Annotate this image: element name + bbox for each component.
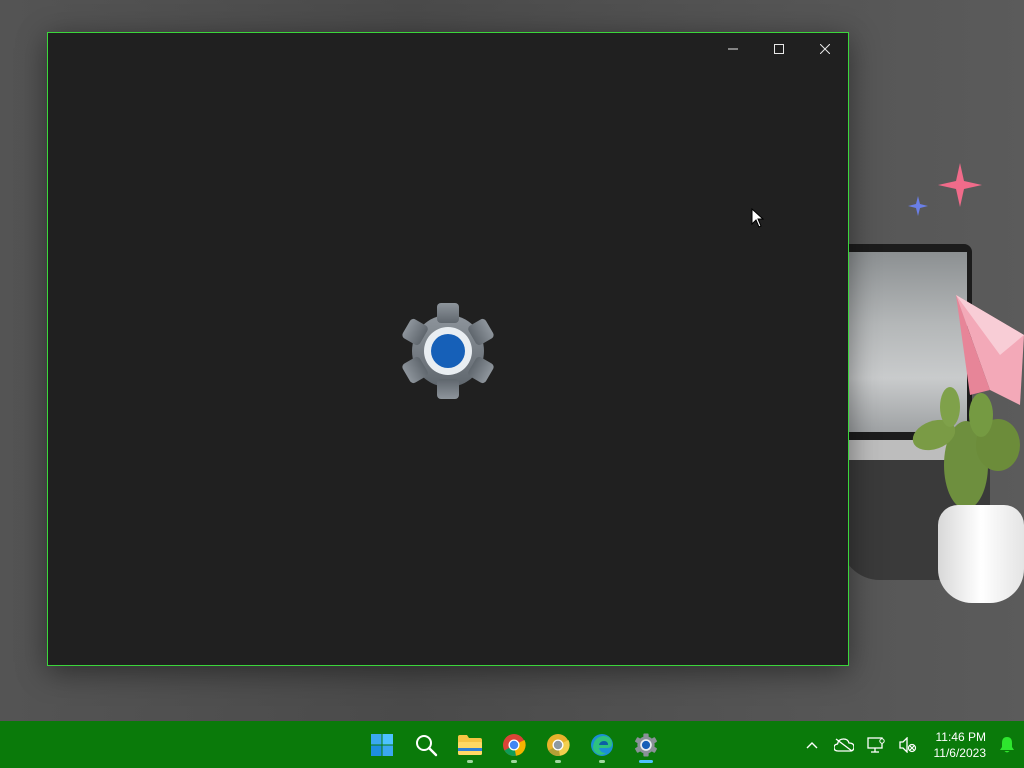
search-icon: [416, 734, 438, 756]
search-button[interactable]: [404, 721, 448, 768]
edge-icon: [591, 733, 613, 756]
chevron-up-icon: [806, 741, 818, 748]
clock-time: 11:46 PM: [935, 729, 986, 744]
chrome-button[interactable]: [492, 721, 536, 768]
running-indicator: [555, 760, 561, 763]
mouse-cursor-icon: [751, 208, 765, 228]
maximize-button[interactable]: [756, 33, 802, 65]
notification-center-button[interactable]: [990, 721, 1024, 768]
clock-date: 11/6/2023: [933, 745, 987, 760]
taskbar: 11:46 PM 11/6/2023: [0, 721, 1024, 768]
running-indicator: [511, 760, 517, 763]
network-icon: [867, 736, 885, 753]
folder-icon: [458, 734, 482, 755]
clock-button[interactable]: 11:46 PM 11/6/2023: [924, 729, 990, 761]
system-tray: 11:46 PM 11/6/2023: [796, 721, 1024, 768]
settings-gear-icon: [635, 732, 657, 757]
file-explorer-button[interactable]: [448, 721, 492, 768]
taskbar-apps: [360, 721, 668, 768]
close-button[interactable]: [802, 33, 848, 65]
settings-window: [47, 32, 849, 666]
running-indicator: [467, 760, 473, 763]
chrome-icon: [503, 733, 526, 756]
cactus-decoration: [912, 387, 1020, 509]
maximize-icon: [774, 44, 784, 54]
blue-sparkle-decoration: [908, 196, 928, 216]
pink-sparkle-decoration: [938, 163, 982, 207]
settings-gear-icon: [402, 303, 494, 399]
plant-pot-decoration: [938, 505, 1024, 603]
network-tray-button[interactable]: [860, 721, 892, 768]
close-icon: [820, 44, 830, 54]
start-button[interactable]: [360, 721, 404, 768]
windows-logo-icon: [371, 733, 393, 756]
volume-tray-button[interactable]: [892, 721, 924, 768]
minimize-button[interactable]: [710, 33, 756, 65]
notification-bell-icon: [1000, 736, 1014, 752]
settings-button[interactable]: [624, 721, 668, 768]
onedrive-tray-button[interactable]: [828, 721, 860, 768]
show-hidden-icons-button[interactable]: [796, 721, 828, 768]
edge-button[interactable]: [580, 721, 624, 768]
minimize-icon: [728, 48, 738, 50]
chrome-canary-icon: [547, 733, 570, 756]
chrome-canary-button[interactable]: [536, 721, 580, 768]
active-indicator: [639, 760, 653, 763]
speaker-muted-icon: [899, 736, 917, 753]
onedrive-offline-icon: [834, 737, 854, 752]
running-indicator: [599, 760, 605, 763]
window-title-controls: [710, 33, 848, 65]
